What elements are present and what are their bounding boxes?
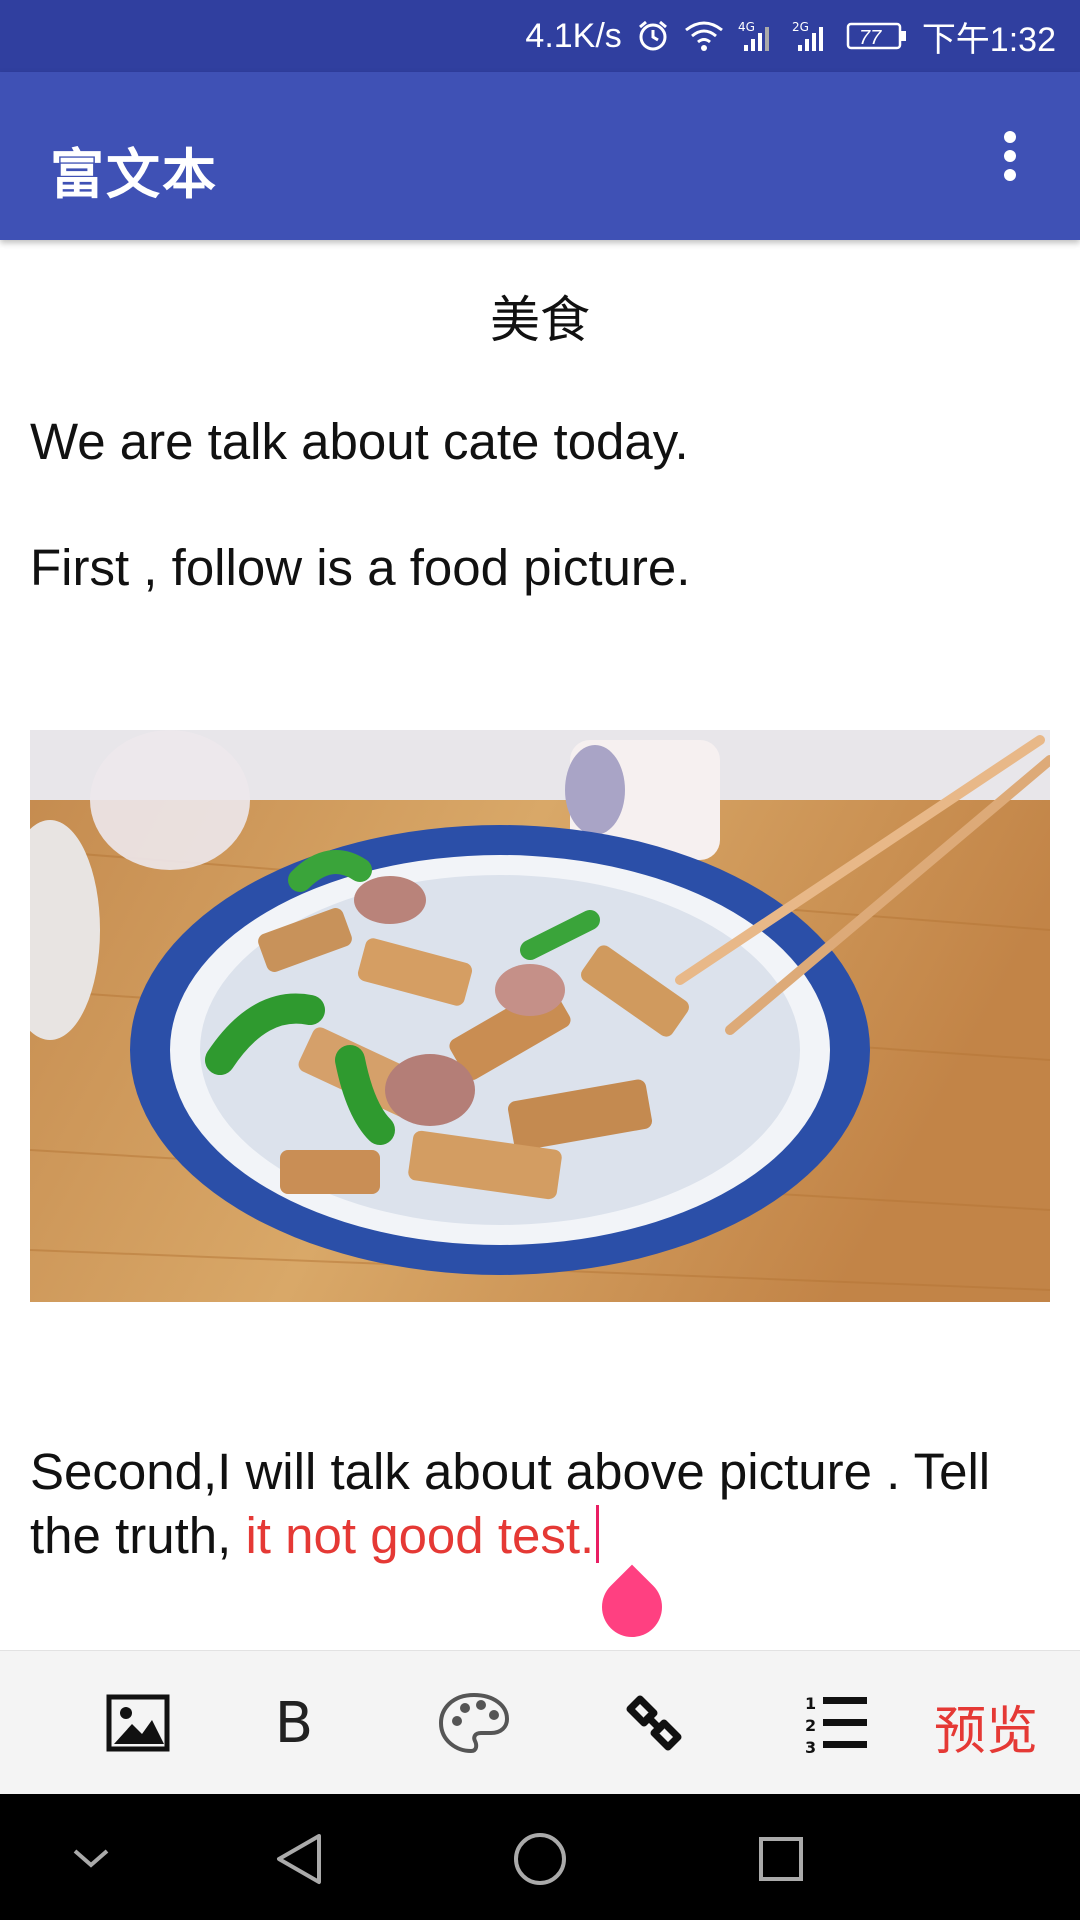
format-toolbar: B 1 2 3 预览 [0,1650,1080,1795]
navigation-bar [0,1794,1080,1920]
paragraph-last: Second,I will talk about above picture .… [30,1440,1060,1568]
wifi-icon [684,20,724,52]
svg-text:3: 3 [805,1738,816,1755]
home-icon[interactable] [505,1824,575,1894]
svg-text:4G: 4G [738,20,755,34]
signal-2g-icon: 2G [792,19,832,53]
paragraph: We are talk about cate today. [30,413,689,470]
food-photo[interactable] [30,730,1050,1302]
bold-icon[interactable]: B [254,1683,334,1763]
svg-text:2: 2 [805,1716,816,1735]
back-icon[interactable] [264,1824,334,1894]
article-heading: 美食 [490,291,590,349]
red-text: it not good test. [245,1507,595,1564]
alarm-icon [636,19,670,53]
status-bar: 4.1K/s 4G 2G 77 下午1:32 [0,0,1080,72]
preview-button[interactable]: 预览 [934,1689,1038,1764]
app-title: 富文本 [50,143,218,206]
link-icon[interactable] [614,1683,694,1763]
text-cursor [596,1505,600,1563]
battery-icon: 77 [846,21,908,51]
signal-4g-icon: 4G [738,19,778,53]
hide-keyboard-icon[interactable] [56,1824,126,1894]
svg-text:1: 1 [805,1694,816,1713]
network-speed: 4.1K/s [525,16,622,55]
paragraph: First , follow is a food picture. [30,539,691,596]
more-vert-icon[interactable] [970,116,1050,196]
image-icon[interactable] [98,1683,178,1763]
status-time: 下午1:32 [921,20,1056,59]
recents-icon[interactable] [746,1824,816,1894]
svg-text:77: 77 [859,27,882,49]
svg-text:2G: 2G [792,20,809,34]
rich-text-editor[interactable]: 美食 We are talk about cate today. First ,… [0,240,1080,1650]
numbered-list-icon[interactable]: 1 2 3 [796,1683,876,1763]
cursor-handle[interactable] [589,1564,675,1650]
palette-icon[interactable] [434,1683,514,1763]
app-bar: 富文本 [0,72,1080,240]
